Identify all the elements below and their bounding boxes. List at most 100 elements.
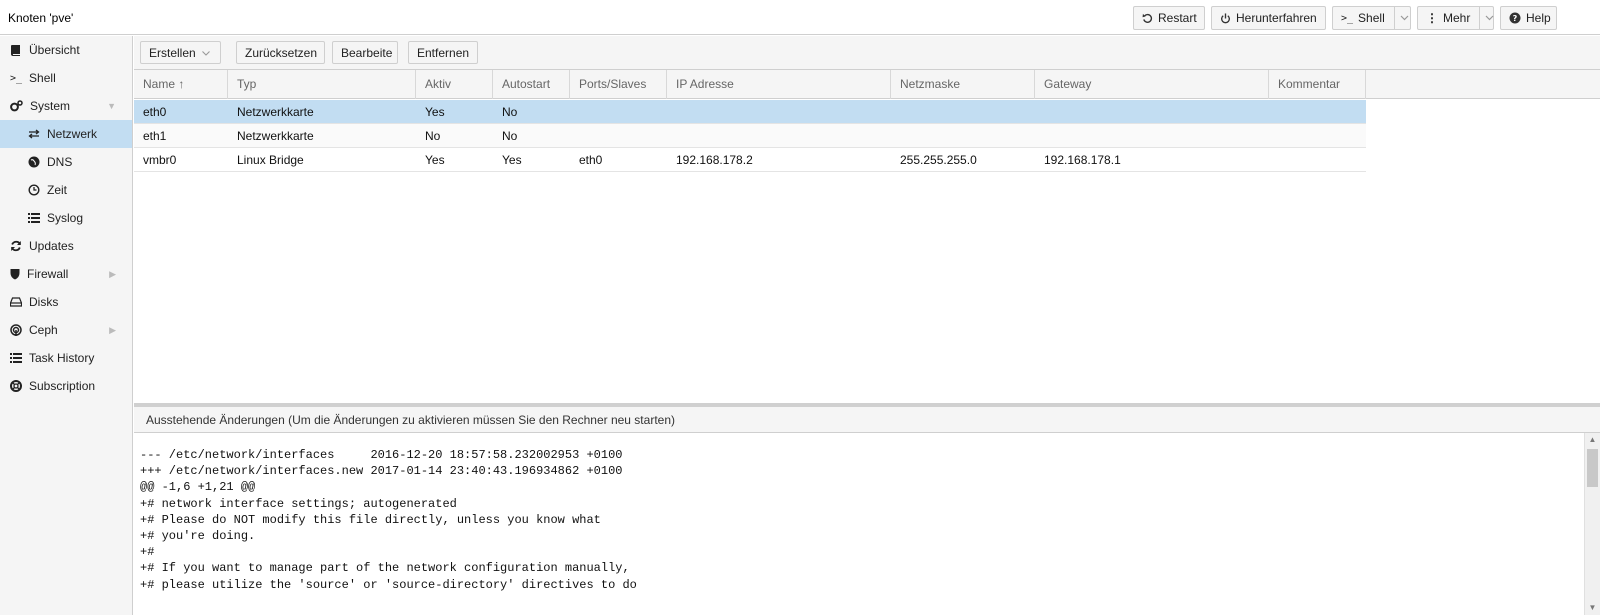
sidebar-item-system[interactable]: System ▼ [0, 92, 132, 120]
diff-line: +# please utilize the 'source' or 'sourc… [140, 577, 637, 592]
create-button[interactable]: Erstellen [140, 41, 221, 64]
shell-button[interactable]: >_ Shell [1332, 6, 1411, 30]
cell-comment [1269, 100, 1278, 124]
shield-icon [10, 268, 20, 280]
vertical-scrollbar[interactable]: ▲ ▼ [1584, 433, 1600, 615]
cell-type: Netzwerkkarte [237, 105, 314, 119]
cell-type: Netzwerkkarte [237, 129, 314, 143]
chevron-right-icon[interactable]: ▶ [109, 269, 116, 280]
restart-label: Restart [1158, 11, 1197, 25]
help-button[interactable]: ? Help [1500, 6, 1557, 30]
sidebar-item-overview[interactable]: Übersicht [0, 36, 132, 64]
undo-icon [1142, 13, 1153, 24]
sidebar-item-label: Zeit [47, 183, 68, 197]
sidebar-item-shell[interactable]: >_ Shell [0, 64, 132, 92]
scroll-down-icon[interactable]: ▼ [1585, 601, 1600, 615]
restart-button[interactable]: Restart [1133, 6, 1205, 30]
sidebar-item-disks[interactable]: Disks [0, 288, 132, 316]
svg-text:?: ? [1513, 14, 1518, 23]
chevron-down-icon[interactable]: ▼ [107, 101, 116, 111]
revert-button[interactable]: Zurücksetzen [236, 41, 325, 64]
edit-button[interactable]: Bearbeite [332, 41, 398, 64]
terminal-icon: >_ [10, 72, 23, 84]
sidebar-item-label: Disks [29, 295, 59, 309]
sidebar-item-dns[interactable]: DNS [0, 148, 132, 176]
sidebar-item-label: Updates [29, 239, 74, 253]
scroll-up-icon[interactable]: ▲ [1585, 433, 1600, 447]
create-label: Erstellen [149, 45, 196, 60]
support-icon [10, 380, 22, 392]
book-icon [10, 44, 22, 56]
sidebar-item-label: DNS [47, 155, 73, 169]
cell-active: Yes [425, 153, 445, 167]
cell-type: Linux Bridge [237, 153, 304, 167]
sidebar-item-updates[interactable]: Updates [0, 232, 132, 260]
diff-line: @@ -1,6 +1,21 @@ [140, 480, 256, 495]
pending-changes-diff: --- /etc/network/interfaces 2016-12-20 1… [134, 433, 1584, 615]
power-icon [1220, 12, 1231, 24]
cell-ports-slaves [570, 124, 579, 148]
table-row[interactable]: eth0 Netzwerkkarte Yes No [134, 100, 1366, 124]
cell-ip-address [667, 124, 676, 148]
cell-netmask: 255.255.255.0 [900, 153, 977, 167]
cogs-icon [10, 100, 23, 112]
sidebar-item-task-history[interactable]: Task History [0, 344, 132, 372]
shutdown-button[interactable]: Herunterfahren [1211, 6, 1326, 30]
column-header-autostart[interactable]: Autostart [493, 70, 570, 99]
cell-comment [1269, 148, 1278, 172]
column-header-active[interactable]: Aktiv [416, 70, 493, 99]
cell-netmask [891, 124, 900, 148]
cell-gateway: 192.168.178.1 [1044, 153, 1121, 167]
pending-changes-title: Ausstehende Änderungen (Um die Änderunge… [146, 413, 675, 427]
cell-name: vmbr0 [143, 153, 177, 167]
sidebar-item-ceph[interactable]: Ceph ▶ [0, 316, 132, 344]
clock-icon [28, 184, 40, 196]
grid-header: Name ↑ Typ Aktiv Autostart Ports/Slaves … [134, 70, 1600, 99]
chevron-down-icon[interactable] [1393, 7, 1409, 29]
sidebar-item-firewall[interactable]: Firewall ▶ [0, 260, 132, 288]
sidebar-item-label: System [30, 99, 71, 113]
list-icon [10, 353, 22, 363]
sidebar-item-time[interactable]: Zeit [0, 176, 132, 204]
cell-name: eth0 [143, 105, 167, 119]
cell-gateway [1035, 100, 1044, 124]
column-header-gateway[interactable]: Gateway [1035, 70, 1269, 99]
header-bar: Knoten 'pve' Restart Herunterfahren >_ S… [0, 0, 1600, 35]
cell-netmask [891, 100, 900, 124]
column-header-comment[interactable]: Kommentar [1269, 70, 1366, 99]
sidebar-item-subscription[interactable]: Subscription [0, 372, 132, 400]
chevron-down-icon [201, 48, 210, 58]
sidebar-item-label: Shell [29, 71, 56, 85]
chevron-down-icon[interactable] [1479, 7, 1494, 29]
cell-name: eth1 [143, 129, 167, 143]
sidebar-item-label: Netzwerk [47, 127, 98, 141]
cell-ip-address [667, 100, 676, 124]
globe-icon [28, 156, 40, 168]
sidebar-item-network[interactable]: Netzwerk [0, 120, 132, 148]
remove-button[interactable]: Entfernen [408, 41, 478, 64]
sidebar-item-label: Task History [29, 351, 95, 365]
cell-ports-slaves [570, 100, 579, 124]
edit-label: Bearbeite [341, 45, 393, 60]
cell-gateway [1035, 124, 1044, 148]
diff-line: +# you're doing. [140, 529, 256, 544]
sidebar-item-label: Ceph [29, 323, 58, 337]
more-button[interactable]: ⋮ Mehr [1417, 6, 1494, 30]
revert-label: Zurücksetzen [245, 45, 318, 60]
column-header-type[interactable]: Typ [228, 70, 416, 99]
column-header-netmask[interactable]: Netzmaske [891, 70, 1035, 99]
sidebar-item-syslog[interactable]: Syslog [0, 204, 132, 232]
table-row[interactable]: vmbr0 Linux Bridge Yes Yes eth0 192.168.… [134, 148, 1366, 172]
column-header-ports-slaves[interactable]: Ports/Slaves [570, 70, 667, 99]
pending-changes-header: Ausstehende Änderungen (Um die Änderunge… [134, 403, 1600, 433]
refresh-icon [10, 240, 22, 252]
column-header-ip-address[interactable]: IP Adresse [667, 70, 891, 99]
cell-autostart: Yes [502, 153, 522, 167]
chevron-right-icon[interactable]: ▶ [109, 325, 116, 336]
table-row[interactable]: eth1 Netzwerkkarte No No [134, 124, 1366, 148]
hdd-icon [10, 297, 22, 307]
column-header-name[interactable]: Name ↑ [134, 70, 228, 99]
cell-ports-slaves: eth0 [579, 153, 603, 167]
scrollbar-thumb[interactable] [1587, 449, 1598, 487]
sidebar-item-label: Firewall [27, 267, 69, 281]
